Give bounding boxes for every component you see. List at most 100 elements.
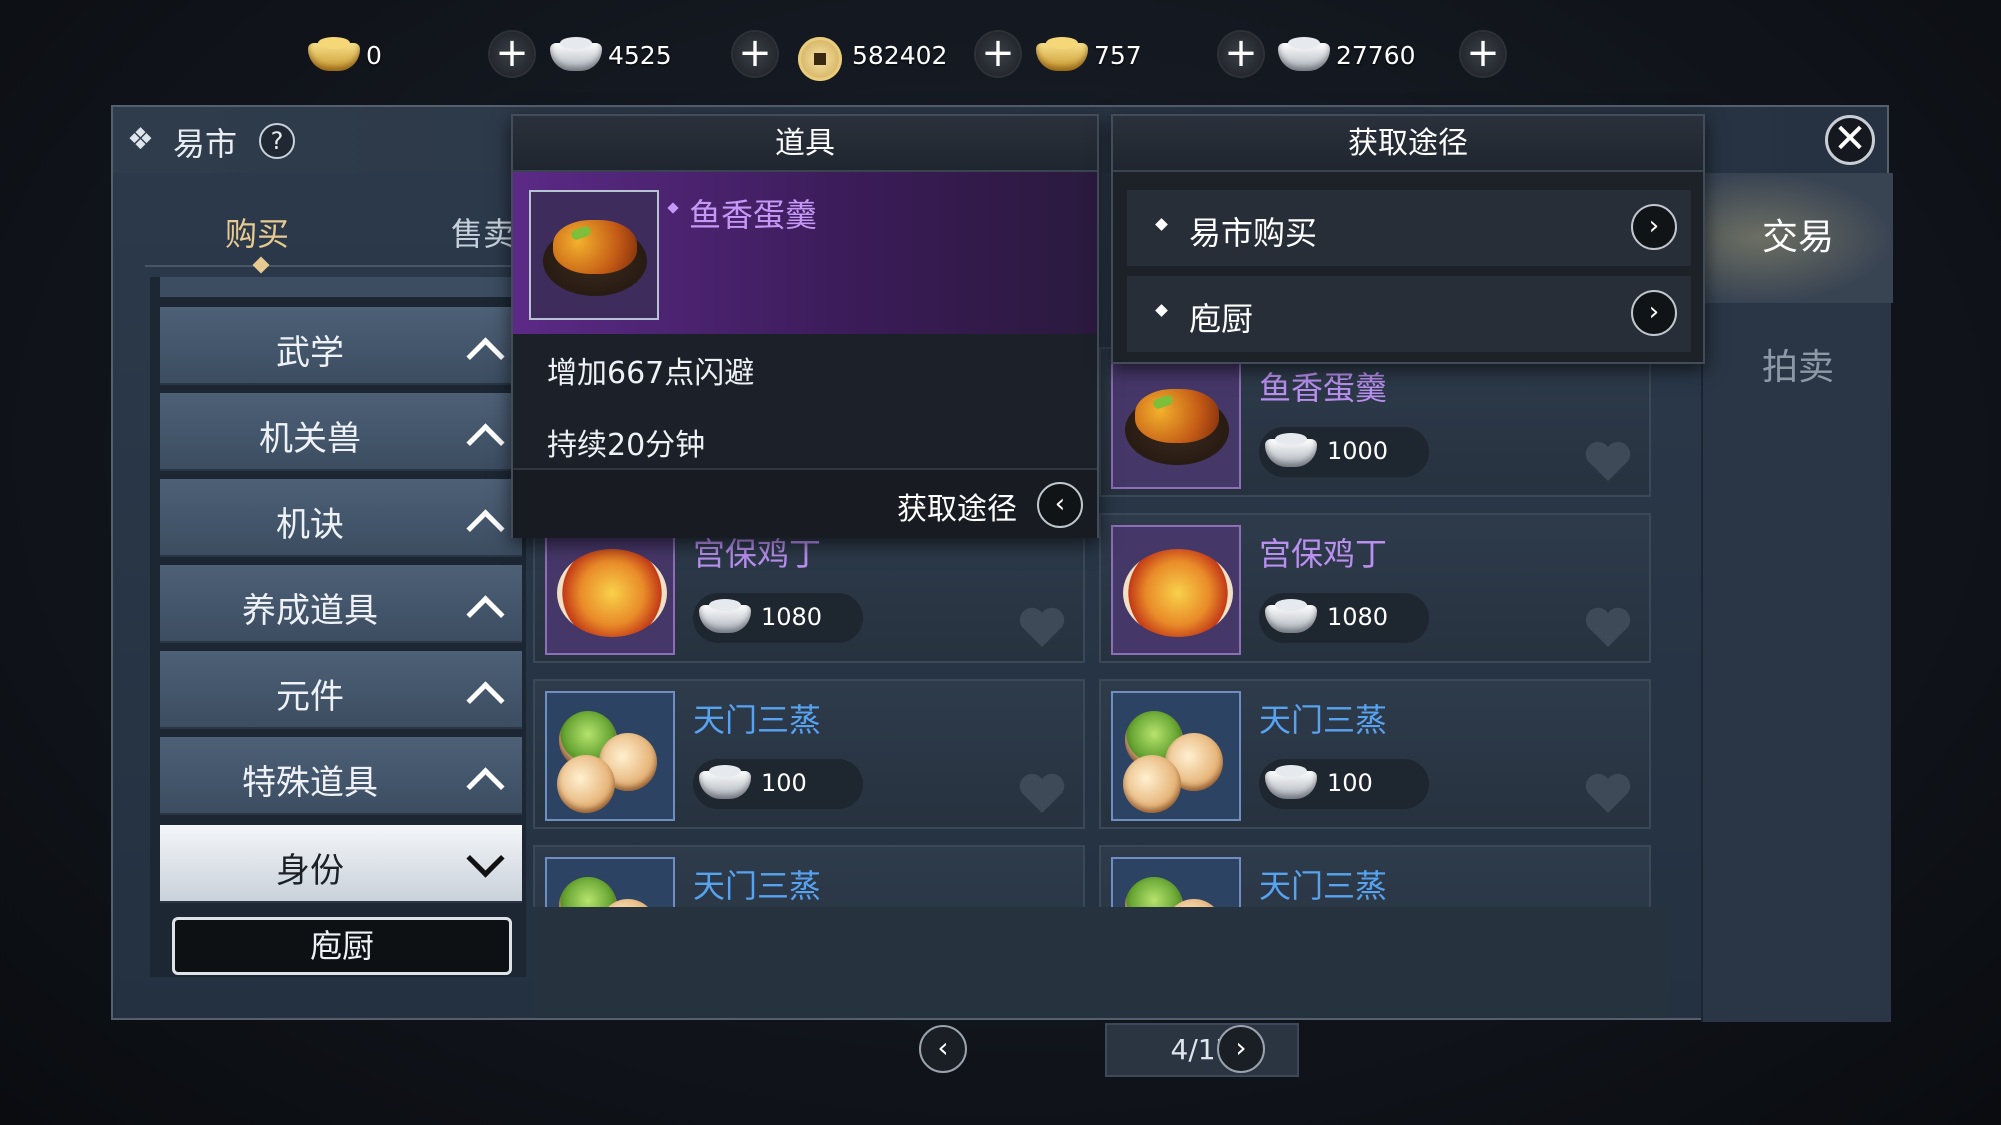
- item-card[interactable]: 天门三蒸 100: [533, 679, 1085, 829]
- dish-image: [1111, 525, 1241, 655]
- currency-value: 0: [366, 40, 382, 70]
- chevron-right-icon[interactable]: ›: [1631, 290, 1677, 336]
- game-screen: 0 + 4525 + 582402 + 757 + 27760 + ❖ 易市 ?…: [0, 0, 2001, 1125]
- currency-copper-coin: 582402: [792, 30, 948, 81]
- price-tag: 1080: [1259, 593, 1429, 643]
- gold-ingot-icon: [306, 35, 364, 75]
- tab-auction[interactable]: 拍卖: [1703, 303, 1893, 433]
- favorite-heart-icon[interactable]: [1583, 605, 1633, 649]
- window-title: 易市: [173, 125, 238, 163]
- item-card[interactable]: 宫保鸡丁 1080: [1099, 513, 1651, 663]
- price-tag: 100: [1259, 759, 1429, 809]
- silver-ingot-icon: [1265, 765, 1319, 801]
- tab-buy[interactable]: 购买: [225, 209, 289, 255]
- category-label: 武学: [276, 333, 344, 373]
- bullet-icon: [1155, 304, 1168, 317]
- favorite-heart-icon[interactable]: [1017, 605, 1067, 649]
- currency-gold-ingot-2: 757: [1034, 30, 1142, 80]
- silver-ingot-icon: [1265, 599, 1319, 635]
- category-teshu[interactable]: 特殊道具: [160, 737, 522, 815]
- steamed-buns-image: [545, 691, 675, 821]
- pager-bar: [533, 907, 1669, 1017]
- category-jiguanshou[interactable]: 机关兽: [160, 393, 522, 471]
- chevron-up-icon: [464, 333, 504, 359]
- chevron-up-icon: [464, 505, 504, 531]
- currency-gold-ingot: 0: [306, 30, 382, 80]
- chevron-up-icon: [464, 419, 504, 445]
- category-sidebar: 武学 机关兽 机诀 养成道具 元件 特殊道具 身份 庖厨: [150, 277, 526, 977]
- favorite-heart-icon[interactable]: [1583, 439, 1633, 483]
- price-value: 1000: [1327, 437, 1389, 465]
- add-currency-button[interactable]: +: [1461, 32, 1505, 76]
- popup-header: 获取途径: [1113, 116, 1703, 172]
- trade-mode-tabs: 购买 售卖: [145, 199, 525, 274]
- dish-image: [1111, 359, 1241, 489]
- add-currency-button[interactable]: +: [976, 32, 1020, 76]
- popup-header: 道具: [513, 116, 1097, 172]
- category-wuxue[interactable]: 武学: [160, 307, 522, 385]
- category-shenfen[interactable]: 身份: [160, 825, 522, 903]
- add-currency-button[interactable]: +: [733, 32, 777, 76]
- item-hero: 鱼香蛋羹: [513, 172, 1097, 334]
- price-value: 100: [1327, 769, 1373, 797]
- chevron-up-icon: [464, 591, 504, 617]
- silver-ingot-icon: [548, 35, 606, 75]
- chevron-up-icon: [464, 763, 504, 789]
- currency-silver-ingot-2: 27760: [1276, 30, 1416, 80]
- source-row-market[interactable]: 易市购买 ›: [1127, 190, 1691, 266]
- currency-value: 582402: [852, 40, 948, 70]
- price-tag: 1000: [1259, 427, 1429, 477]
- tab-sell[interactable]: 售卖: [451, 209, 515, 255]
- category-label: 机诀: [276, 505, 344, 545]
- item-detail-popup: 道具 鱼香蛋羹 增加667点闪避 持续20分钟 获取途径 ‹: [511, 114, 1099, 538]
- close-button[interactable]: ✕: [1825, 115, 1875, 165]
- category-label: 元件: [276, 677, 344, 717]
- subcategory-paochu[interactable]: 庖厨: [172, 917, 512, 975]
- add-currency-button[interactable]: +: [1219, 32, 1263, 76]
- tab-trade[interactable]: 交易: [1703, 173, 1893, 303]
- sidebar-scroll-edge: [160, 277, 522, 297]
- add-currency-button[interactable]: +: [490, 32, 534, 76]
- chevron-left-icon[interactable]: ‹: [1037, 482, 1083, 528]
- active-tab-marker: [252, 256, 270, 274]
- currency-value: 27760: [1336, 40, 1416, 70]
- source-label: 庖厨: [1189, 300, 1254, 338]
- help-icon[interactable]: ?: [259, 123, 295, 159]
- category-label: 机关兽: [259, 419, 361, 459]
- item-name: 天门三蒸: [693, 701, 822, 739]
- bullet-icon: [1155, 218, 1168, 231]
- source-row-cooking[interactable]: 庖厨 ›: [1127, 276, 1691, 352]
- right-tabs: 交易 拍卖: [1701, 173, 1893, 1022]
- category-yangcheng[interactable]: 养成道具: [160, 565, 522, 643]
- favorite-heart-icon[interactable]: [1017, 771, 1067, 815]
- category-yuanjian[interactable]: 元件: [160, 651, 522, 729]
- source-popup: 获取途径 易市购买 › 庖厨 ›: [1111, 114, 1705, 364]
- item-card[interactable]: 天门三蒸 100: [1099, 679, 1651, 829]
- item-card[interactable]: 鱼香蛋羹 1000: [1099, 347, 1651, 497]
- silver-ingot-icon: [699, 765, 753, 801]
- silver-ingot-icon: [1265, 433, 1319, 469]
- copper-coin-icon: [792, 35, 850, 81]
- prev-page-button[interactable]: ‹: [919, 1025, 967, 1073]
- tab-divider: [145, 265, 525, 267]
- dish-image: [545, 525, 675, 655]
- price-value: 1080: [1327, 603, 1389, 631]
- dish-image: [529, 190, 659, 320]
- popup-footer: 获取途径 ‹: [513, 468, 1097, 538]
- item-name: 天门三蒸: [693, 867, 822, 905]
- favorite-heart-icon[interactable]: [1583, 771, 1633, 815]
- category-label: 特殊道具: [242, 763, 378, 803]
- currency-silver-ingot: 4525: [548, 30, 672, 80]
- item-name: 天门三蒸: [1259, 701, 1388, 739]
- category-jijue[interactable]: 机诀: [160, 479, 522, 557]
- price-value: 100: [761, 769, 807, 797]
- price-tag: 100: [693, 759, 863, 809]
- item-name: 鱼香蛋羹: [1259, 369, 1388, 407]
- chevron-right-icon[interactable]: ›: [1631, 204, 1677, 250]
- chevron-down-icon: [464, 851, 504, 877]
- source-link-label[interactable]: 获取途径: [897, 484, 1017, 528]
- next-page-button[interactable]: ›: [1217, 1025, 1265, 1073]
- chevron-up-icon: [464, 677, 504, 703]
- category-label: 养成道具: [242, 591, 378, 631]
- gold-ingot-icon: [1034, 35, 1092, 75]
